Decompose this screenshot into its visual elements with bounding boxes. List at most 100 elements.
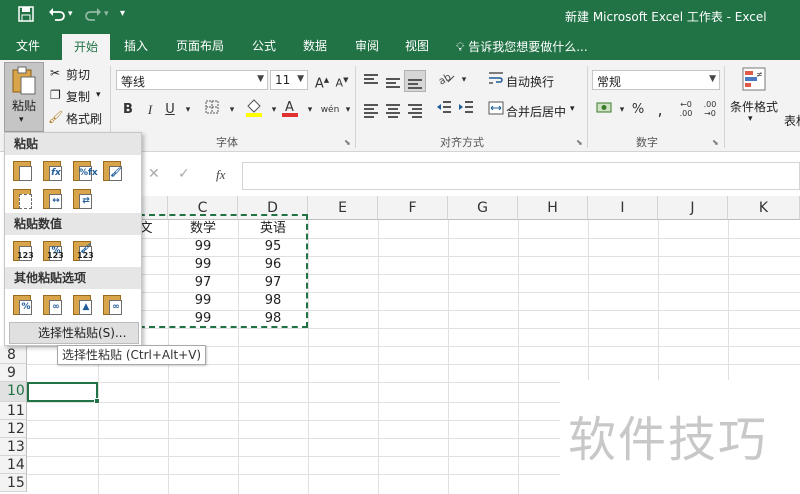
column-header-k[interactable]: K	[728, 196, 800, 220]
tab-view[interactable]: 视图	[405, 37, 429, 60]
conditional-formatting-button[interactable]: 条件格式	[730, 98, 778, 115]
align-right-icon[interactable]	[408, 104, 422, 120]
active-cell-a10[interactable]	[27, 382, 100, 404]
underline-dropdown-icon[interactable]: ▾	[178, 100, 198, 120]
comma-style-icon[interactable]: ,	[650, 100, 670, 120]
paste-button[interactable]: 粘贴 ▾	[4, 62, 44, 132]
orientation-icon[interactable]: ab	[436, 70, 456, 90]
copy-icon[interactable]: ❐	[50, 88, 61, 102]
cut-icon[interactable]: ✂	[50, 66, 60, 80]
wrap-text-button[interactable]: 自动换行	[506, 73, 554, 90]
no-borders-icon[interactable]	[11, 187, 35, 211]
undo-dropdown-icon[interactable]: ▾	[68, 9, 73, 29]
wrap-text-icon[interactable]	[486, 70, 506, 90]
tab-formulas[interactable]: 公式	[252, 37, 276, 60]
alignment-dialog-launcher-icon[interactable]: ⬊	[576, 138, 583, 147]
redo-dropdown-icon[interactable]: ▾	[104, 9, 109, 29]
orientation-dropdown-icon[interactable]: ▾	[454, 70, 474, 90]
tab-insert[interactable]: 插入	[124, 37, 148, 60]
underline-button[interactable]: U	[160, 100, 180, 120]
paste-values-icon[interactable]: 123	[11, 239, 35, 263]
decrease-indent-icon[interactable]	[434, 100, 454, 120]
redo-icon[interactable]	[84, 6, 102, 26]
number-dialog-launcher-icon[interactable]: ⬊	[712, 138, 719, 147]
align-center-icon[interactable]	[386, 104, 400, 120]
font-name-select[interactable]: 等线 ▼	[116, 70, 268, 90]
enter-icon[interactable]: ✓	[178, 166, 190, 182]
fill-color-icon[interactable]	[244, 98, 264, 118]
row-header-10[interactable]: 10	[0, 382, 27, 402]
italic-button[interactable]: I	[140, 100, 160, 120]
borders-icon[interactable]	[202, 100, 222, 120]
paste-link-icon[interactable]: ∞	[41, 293, 65, 317]
insert-function-button[interactable]: fx	[216, 167, 225, 183]
tab-file[interactable]: 文件	[16, 37, 40, 60]
fill-handle[interactable]	[94, 398, 100, 404]
row-header-9[interactable]: 9	[0, 364, 27, 382]
increase-indent-icon[interactable]	[456, 100, 476, 120]
align-left-icon[interactable]	[364, 104, 378, 120]
increase-font-size-icon[interactable]: A▲	[312, 70, 332, 91]
increase-decimal-icon[interactable]: ←0.00	[676, 100, 696, 120]
borders-dropdown-icon[interactable]: ▾	[222, 100, 242, 120]
merge-center-button[interactable]: 合并后居中	[506, 103, 566, 120]
column-header-g[interactable]: G	[448, 196, 518, 220]
tell-me-search[interactable]: 💡︎ 告诉我您想要做什么...	[456, 38, 588, 55]
row-header-15[interactable]: 15	[0, 474, 27, 492]
percent-button[interactable]: %	[628, 100, 648, 120]
format-painter-icon[interactable]: 🖌︎	[48, 110, 63, 124]
format-as-table-button[interactable]: 表格	[784, 112, 800, 129]
font-color-dropdown-icon[interactable]: ▾	[300, 100, 320, 120]
align-top-icon[interactable]	[364, 74, 378, 86]
column-header-e[interactable]: E	[308, 196, 378, 220]
font-dialog-launcher-icon[interactable]: ⬊	[344, 138, 351, 147]
paste-linked-picture-icon[interactable]: ∞	[101, 293, 125, 317]
align-bottom-button[interactable]	[404, 70, 426, 92]
row-header-14[interactable]: 14	[0, 456, 27, 474]
phonetic-guide-icon[interactable]: wén	[320, 100, 340, 120]
format-painter-button[interactable]: 格式刷	[66, 110, 102, 127]
column-header-j[interactable]: J	[658, 196, 728, 220]
decrease-font-size-icon[interactable]: A▼	[332, 70, 352, 90]
copy-button[interactable]: 复制	[66, 88, 90, 105]
accounting-format-icon[interactable]	[594, 100, 614, 120]
column-header-i[interactable]: I	[588, 196, 658, 220]
row-header-13[interactable]: 13	[0, 438, 27, 456]
bold-button[interactable]: B	[118, 100, 138, 120]
undo-icon[interactable]	[48, 6, 66, 26]
row-header-8[interactable]: 8	[0, 346, 27, 364]
paste-values-source-format-icon[interactable]: 🖌︎ 123	[71, 239, 95, 263]
paste-formulas-icon[interactable]: fx	[41, 159, 65, 183]
keep-source-formatting-icon[interactable]: 🖌︎	[101, 159, 125, 183]
customize-icon[interactable]: ▾	[120, 8, 125, 28]
conditional-formatting-icon[interactable]: ≠	[740, 66, 768, 94]
paste-special-item[interactable]: 选择性粘贴(S)...	[9, 322, 139, 344]
paste-values-number-format-icon[interactable]: % 123	[41, 239, 65, 263]
font-color-icon[interactable]: A	[280, 98, 300, 118]
cancel-icon[interactable]: ✕	[148, 166, 160, 182]
paste-picture-icon[interactable]: ▲	[71, 293, 95, 317]
keep-column-widths-icon[interactable]: ↔	[41, 187, 65, 211]
tab-data[interactable]: 数据	[303, 37, 327, 60]
save-icon[interactable]	[18, 6, 34, 26]
paste-formatting-icon[interactable]: %	[11, 293, 35, 317]
copy-dropdown-icon[interactable]: ▾	[96, 90, 101, 100]
font-size-select[interactable]: 11 ▼	[270, 70, 308, 90]
tab-page-layout[interactable]: 页面布局	[176, 37, 224, 60]
tab-home[interactable]: 开始	[62, 34, 110, 60]
paste-icon[interactable]	[11, 159, 35, 183]
column-header-f[interactable]: F	[378, 196, 448, 220]
column-header-h[interactable]: H	[518, 196, 588, 220]
decrease-decimal-icon[interactable]: .00 →0	[700, 100, 720, 120]
conditional-formatting-dropdown-icon[interactable]: ▾	[748, 114, 753, 124]
merge-center-icon[interactable]	[486, 100, 506, 120]
row-header-11[interactable]: 11	[0, 402, 27, 420]
tab-review[interactable]: 审阅	[355, 37, 379, 60]
align-middle-icon[interactable]	[386, 78, 400, 90]
transpose-icon[interactable]: ⇄	[71, 187, 95, 211]
cut-button[interactable]: 剪切	[66, 66, 90, 83]
merge-dropdown-icon[interactable]: ▾	[570, 104, 575, 114]
number-format-select[interactable]: 常规 ▼	[592, 70, 720, 90]
formula-input[interactable]	[242, 162, 800, 190]
paste-formulas-number-format-icon[interactable]: %fx	[71, 159, 98, 183]
